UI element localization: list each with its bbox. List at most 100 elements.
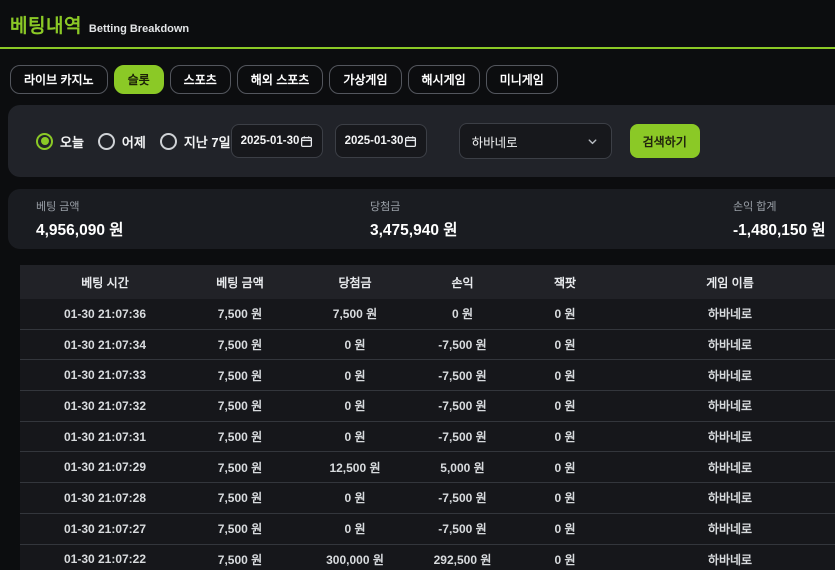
table-row: 01-30 21:07:337,500 원0 원-7,500 원0 원하바네로 [20,360,835,391]
column-header-5: 게임 이름 [625,274,835,291]
table-cell: 7,500 원 [190,551,290,568]
table-cell: 7,500 원 [190,428,290,445]
search-button[interactable]: 검색하기 [630,124,700,158]
column-header-3: 손익 [420,274,505,291]
provider-selected-value: 하바네로 [472,132,518,151]
date-to-value: 2025-01-30 [345,135,404,147]
column-header-2: 당첨금 [290,274,420,291]
table-cell: 01-30 21:07:32 [20,399,190,413]
tab-live-casino[interactable]: 라이브 카지노 [10,65,108,94]
table-cell: 하바네로 [625,428,835,445]
page-header: 베팅내역 Betting Breakdown [0,0,835,49]
table-cell: 하바네로 [625,489,835,506]
table-row: 01-30 21:07:227,500 원300,000 원292,500 원0… [20,545,835,570]
calendar-icon [300,135,313,148]
tab-mini-games[interactable]: 미니게임 [486,65,558,94]
chevron-down-icon [586,135,599,148]
table-cell: 0 원 [505,336,625,353]
table-cell: 0 원 [290,397,420,414]
bet-history-table: 베팅 시간베팅 금액당첨금손익잭팟게임 이름 01-30 21:07:367,5… [20,265,835,570]
table-cell: 12,500 원 [290,459,420,476]
table-cell: 01-30 21:07:33 [20,368,190,382]
summary-bet-amount-label: 베팅 금액 [36,198,370,214]
table-row: 01-30 21:07:277,500 원0 원-7,500 원0 원하바네로 [20,514,835,545]
date-range-radio-group: 오늘 어제 지난 7일 [36,132,231,151]
table-cell: 01-30 21:07:27 [20,522,190,536]
table-row: 01-30 21:07:367,500 원7,500 원0 원0 원하바네로 [20,299,835,330]
radio-icon [36,133,53,150]
table-cell: 0 원 [290,336,420,353]
table-cell: 하바네로 [625,367,835,384]
summary-profit-loss: 손익 합계 -1,480,150 원 [733,198,835,240]
radio-label: 지난 7일 [184,132,231,151]
date-to-input[interactable]: 2025-01-30 [335,124,427,158]
table-cell: 01-30 21:07:29 [20,460,190,474]
table-header-row: 베팅 시간베팅 금액당첨금손익잭팟게임 이름 [20,265,835,299]
table-cell: 300,000 원 [290,551,420,568]
table-cell: 하바네로 [625,459,835,476]
radio-today[interactable]: 오늘 [36,132,84,151]
category-tabs: 라이브 카지노슬롯스포츠해외 스포츠가상게임해시게임미니게임 [10,65,835,94]
table-cell: 0 원 [505,489,625,506]
betting-breakdown-page: 베팅내역 Betting Breakdown 라이브 카지노슬롯스포츠해외 스포… [0,0,835,570]
radio-icon [98,133,115,150]
table-cell: 하바네로 [625,551,835,568]
table-row: 01-30 21:07:327,500 원0 원-7,500 원0 원하바네로 [20,391,835,422]
table-cell: 0 원 [505,397,625,414]
table-cell: -7,500 원 [420,397,505,414]
table-cell: 7,500 원 [190,397,290,414]
tab-slots[interactable]: 슬롯 [114,65,164,94]
table-row: 01-30 21:07:287,500 원0 원-7,500 원0 원하바네로 [20,483,835,514]
table-cell: 01-30 21:07:36 [20,307,190,321]
summary-panel: 베팅 금액 4,956,090 원 당첨금 3,475,940 원 손익 합계 … [8,189,835,249]
date-from-value: 2025-01-30 [241,135,300,147]
tab-virtual-games[interactable]: 가상게임 [329,65,401,94]
column-header-1: 베팅 금액 [190,274,290,291]
table-cell: -7,500 원 [420,336,505,353]
table-cell: 7,500 원 [190,459,290,476]
table-cell: 0 원 [505,428,625,445]
table-cell: -7,500 원 [420,367,505,384]
table-cell: 0 원 [290,489,420,506]
table-cell: 01-30 21:07:34 [20,338,190,352]
radio-label: 오늘 [60,132,84,151]
table-cell: 0 원 [505,367,625,384]
table-cell: 7,500 원 [190,305,290,322]
table-cell: 0 원 [420,305,505,322]
table-cell: 0 원 [505,520,625,537]
radio-yesterday[interactable]: 어제 [98,132,146,151]
column-header-0: 베팅 시간 [20,274,190,291]
table-cell: 하바네로 [625,336,835,353]
provider-select[interactable]: 하바네로 [459,123,612,159]
summary-winnings-value: 3,475,940 원 [370,218,733,240]
table-body: 01-30 21:07:367,500 원7,500 원0 원0 원하바네로01… [20,299,835,570]
table-cell: 7,500 원 [190,367,290,384]
table-cell: -7,500 원 [420,520,505,537]
table-cell: 하바네로 [625,397,835,414]
table-cell: 0 원 [505,459,625,476]
table-cell: 0 원 [505,551,625,568]
table-cell: 7,500 원 [190,489,290,506]
tab-overseas-sports[interactable]: 해외 스포츠 [237,65,324,94]
summary-winnings-label: 당첨금 [370,198,733,214]
page-subtitle: Betting Breakdown [89,23,189,35]
radio-last-7-days[interactable]: 지난 7일 [160,132,231,151]
table-cell: 0 원 [290,520,420,537]
radio-icon [160,133,177,150]
calendar-icon [404,135,417,148]
tab-sports[interactable]: 스포츠 [170,65,231,94]
table-cell: 7,500 원 [190,520,290,537]
table-cell: 01-30 21:07:22 [20,552,190,566]
summary-bet-amount-value: 4,956,090 원 [36,218,370,240]
summary-bet-amount: 베팅 금액 4,956,090 원 [36,198,370,240]
table-cell: -7,500 원 [420,489,505,506]
table-cell: -7,500 원 [420,428,505,445]
table-cell: 하바네로 [625,520,835,537]
table-row: 01-30 21:07:317,500 원0 원-7,500 원0 원하바네로 [20,422,835,453]
table-cell: 5,000 원 [420,459,505,476]
tab-hash-games[interactable]: 해시게임 [408,65,480,94]
filter-panel: 오늘 어제 지난 7일 2025-01-30 2025-01-30 [8,105,835,177]
table-cell: 292,500 원 [420,551,505,568]
date-from-input[interactable]: 2025-01-30 [231,124,323,158]
table-cell: 7,500 원 [190,336,290,353]
